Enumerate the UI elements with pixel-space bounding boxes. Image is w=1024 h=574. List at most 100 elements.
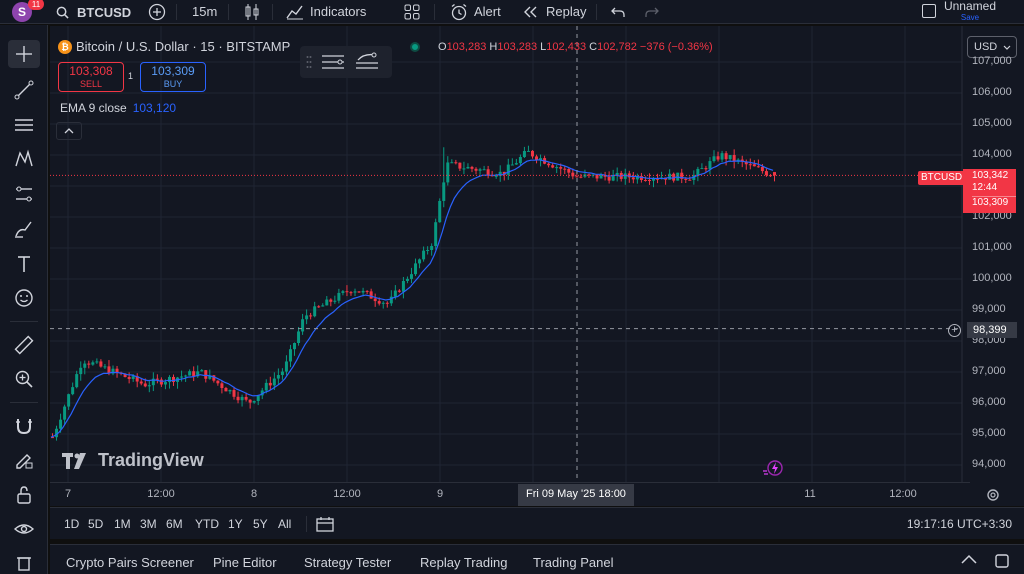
watermark-text: TradingView [98, 450, 204, 470]
prediction-tool[interactable] [8, 180, 40, 208]
candle-body [551, 165, 555, 168]
lock-drawings-tool[interactable] [8, 481, 40, 509]
save-label[interactable]: Save [944, 12, 996, 23]
zoom-tool[interactable] [8, 365, 40, 393]
price-tick-label: 107,000 [972, 55, 1012, 67]
magnet-tool[interactable] [8, 412, 40, 440]
magnet-icon [16, 419, 32, 435]
drag-handle-icon[interactable] [306, 55, 312, 69]
lightning-icon[interactable] [762, 458, 784, 478]
collapse-legend-button[interactable] [56, 122, 82, 140]
brush-tool[interactable] [8, 215, 40, 243]
chart-type-button[interactable] [236, 0, 268, 24]
candle-body [756, 166, 760, 168]
time-axis[interactable]: 12:001112:00912:00812:007 Fri 09 May '25… [50, 482, 970, 506]
ruler-tool[interactable] [8, 331, 40, 359]
ema-label: EMA 9 close [60, 101, 127, 115]
candle-body [393, 290, 397, 297]
candle-body [478, 169, 482, 171]
layout-select-icon[interactable] [922, 4, 936, 18]
range-button-1d[interactable]: 1D [64, 517, 79, 531]
candle-body [430, 246, 434, 251]
candle-body [139, 381, 143, 384]
pattern-tool[interactable] [8, 145, 40, 173]
bottom-tab-replay-trading[interactable]: Replay Trading [420, 555, 507, 570]
candle-body [67, 394, 71, 407]
text-icon [18, 256, 30, 272]
horizontal-ray-icon[interactable] [320, 51, 346, 73]
ray-lines-icon[interactable] [354, 51, 380, 73]
trend-line-tool[interactable] [8, 76, 40, 104]
range-button-6m[interactable]: 6M [166, 517, 183, 531]
candle-body [131, 376, 135, 379]
range-button-3m[interactable]: 3M [140, 517, 157, 531]
range-button-1m[interactable]: 1M [114, 517, 131, 531]
bottom-tab-strategy-tester[interactable]: Strategy Tester [304, 555, 391, 570]
floating-drawing-toolbar[interactable] [300, 46, 392, 78]
indicators-button[interactable]: Indicators [278, 0, 374, 24]
symbol-search-button[interactable]: BTCUSD [56, 0, 131, 24]
lines-icon [15, 119, 33, 131]
chevron-down-icon [1003, 45, 1011, 50]
bottom-tab-pine-editor[interactable]: Pine Editor [213, 555, 277, 570]
chart-pane[interactable]: ₿ Bitcoin / U.S. Dollar · 15 · BITSTAMP … [50, 26, 1024, 506]
time-tick-label: 12:00 [889, 488, 917, 500]
lock-icon [17, 486, 31, 504]
symbol-legend[interactable]: ₿ Bitcoin / U.S. Dollar · 15 · BITSTAMP [58, 39, 290, 54]
range-button-5d[interactable]: 5D [88, 517, 103, 531]
chevron-up-icon [64, 128, 74, 134]
range-button-1y[interactable]: 1Y [228, 517, 243, 531]
candle-body [607, 176, 611, 181]
maximize-icon[interactable] [994, 553, 1010, 569]
alert-button[interactable]: Alert [442, 0, 509, 24]
candle-body [547, 163, 551, 166]
crosshair-time-tag: Fri 09 May '25 18:00 [518, 484, 634, 506]
candle-body [280, 371, 284, 376]
compare-symbol-button[interactable] [140, 0, 174, 24]
range-button-5y[interactable]: 5Y [253, 517, 268, 531]
candle-body [297, 331, 301, 344]
candle-body [486, 169, 490, 176]
candle-body [438, 200, 442, 223]
candle-body [75, 374, 79, 388]
templates-button[interactable] [396, 0, 428, 24]
ema-indicator-legend[interactable]: EMA 9 close 103,120 [60, 101, 176, 115]
candle-body [159, 379, 163, 385]
emoji-tool[interactable] [8, 284, 40, 312]
stay-drawing-tool[interactable] [8, 446, 40, 474]
horizontal-lines-tool[interactable] [8, 111, 40, 139]
hide-drawings-tool[interactable] [8, 515, 40, 543]
undo-button[interactable] [602, 0, 634, 24]
trash-tool[interactable] [8, 549, 40, 574]
candle-body [79, 367, 83, 375]
sell-label: SELL [79, 79, 103, 89]
crosshair-tool[interactable] [8, 40, 40, 68]
chevron-up-icon[interactable] [960, 553, 978, 565]
replay-button[interactable]: Replay [514, 0, 594, 24]
open-key: O [438, 41, 447, 53]
price-chart[interactable] [50, 26, 1024, 482]
candle-body [381, 302, 385, 304]
bottom-tab-crypto-pairs-screener[interactable]: Crypto Pairs Screener [66, 555, 194, 570]
interval-button[interactable]: 15m [184, 0, 225, 24]
redo-button[interactable] [636, 0, 668, 24]
buy-button[interactable]: 103,309 BUY [140, 62, 206, 92]
settings-gear-icon[interactable] [986, 488, 1000, 502]
divider [10, 402, 38, 403]
add-alert-plus-icon[interactable]: + [948, 324, 961, 337]
range-button-ytd[interactable]: YTD [195, 517, 219, 531]
timezone-clock[interactable]: 19:17:16 UTC+3:30 [907, 517, 1012, 531]
bottom-tab-trading-panel[interactable]: Trading Panel [533, 555, 613, 570]
candle-body [329, 299, 333, 302]
buy-label: BUY [163, 79, 183, 89]
range-button-all[interactable]: All [278, 517, 291, 531]
last-price: 103,342 [972, 170, 1009, 181]
ruler-icon [14, 335, 34, 355]
layout-name-button[interactable]: Unnamed Save [944, 0, 996, 23]
candle-body [470, 166, 474, 169]
text-tool[interactable] [8, 250, 40, 278]
calendar-icon[interactable] [316, 516, 334, 532]
sell-button[interactable]: 103,308 SELL [58, 62, 124, 92]
time-tick-label: 12:00 [333, 488, 361, 500]
buy-price: 103,309 [151, 64, 195, 78]
